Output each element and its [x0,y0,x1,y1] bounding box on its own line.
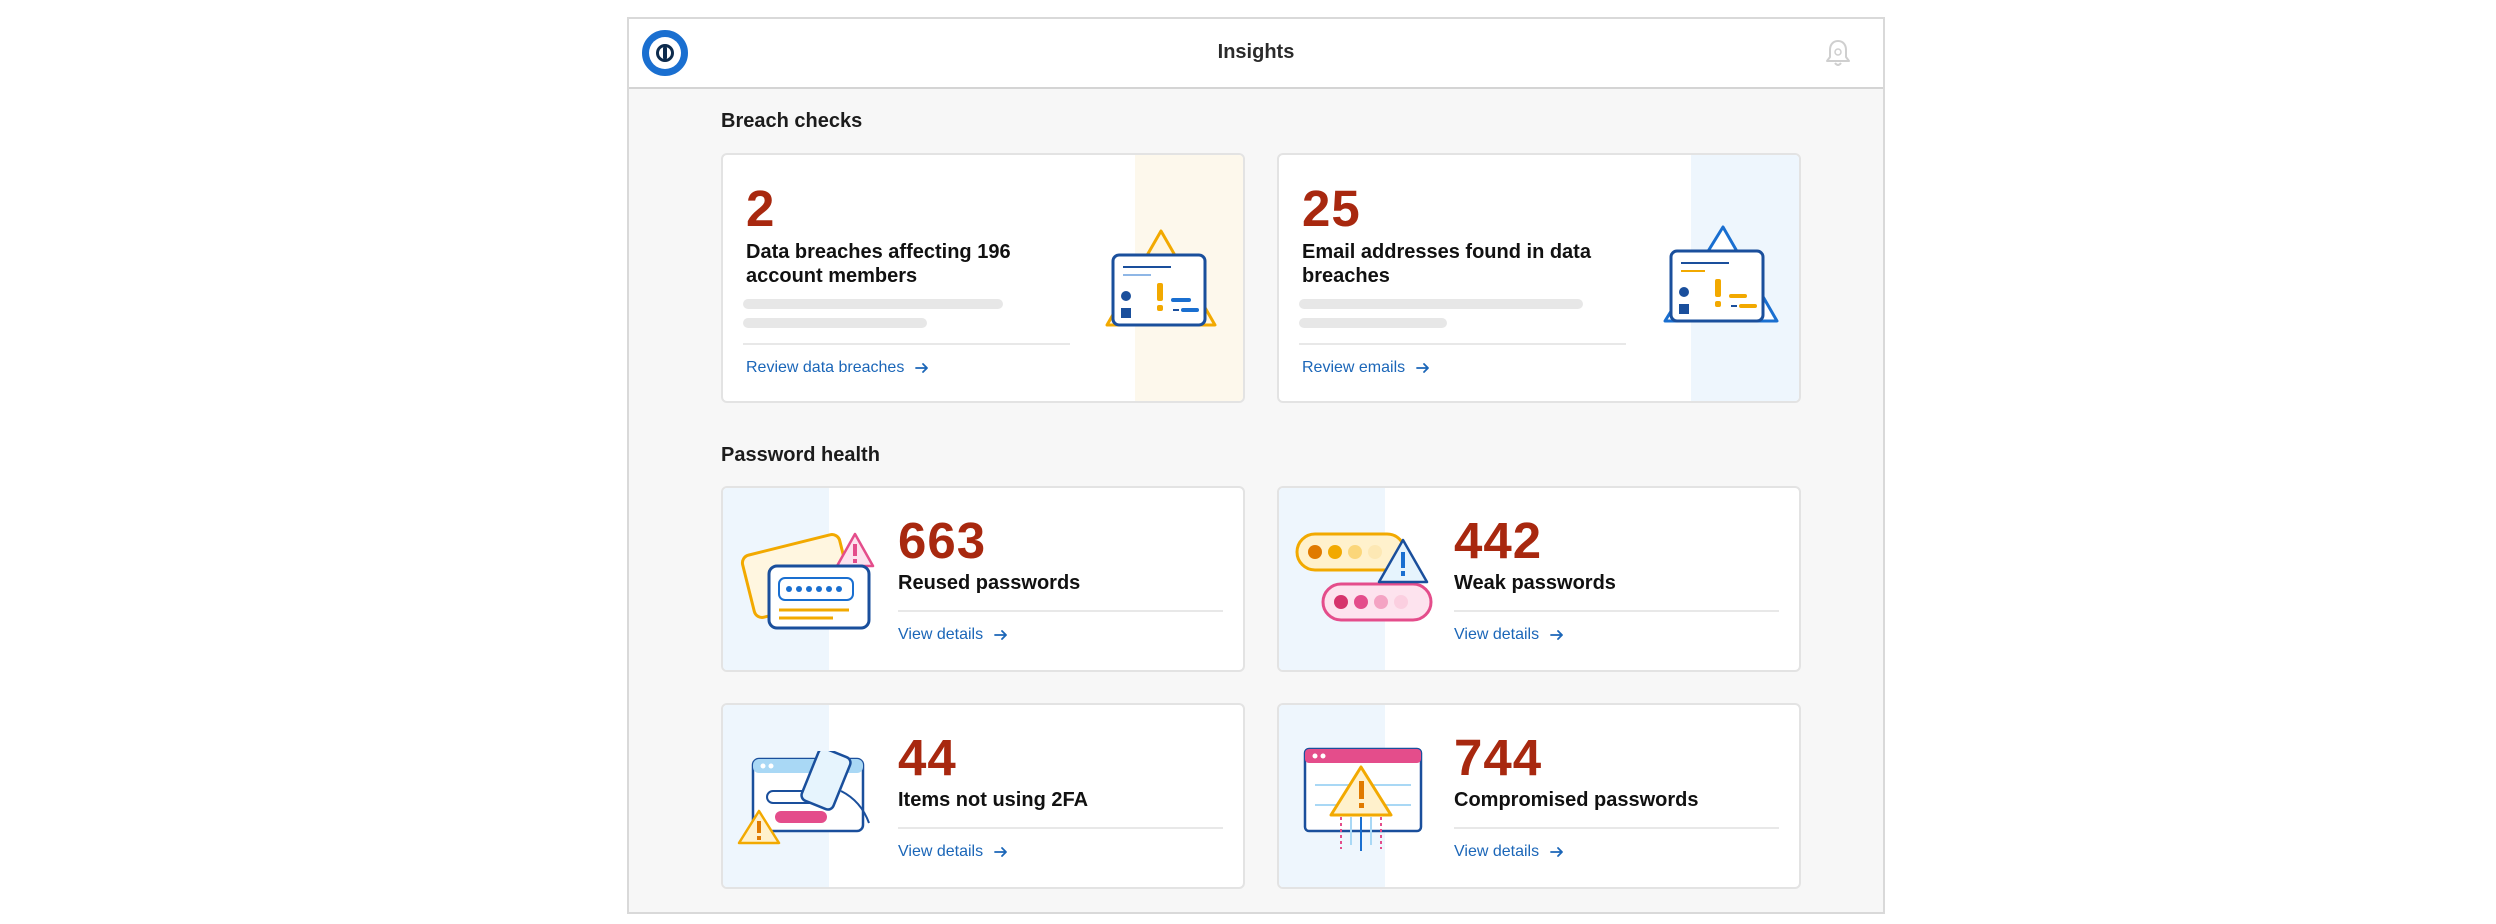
compromised-view-details-link[interactable]: View details [1454,843,1565,861]
review-emails-link[interactable]: Review emails [1302,359,1431,377]
breach-card-data-breaches: 2 Data breaches affecting 196 account me… [721,153,1245,403]
email-card-label: Email addresses found in data breaches [1302,241,1591,287]
reused-label: Reused passwords [898,572,1081,594]
skeleton-line [1299,318,1447,328]
skeleton-line [743,318,927,328]
skeleton-line [743,299,1003,309]
two-factor-count: 44 [898,729,957,786]
compromised-count: 744 [1454,729,1543,786]
weak-count: 442 [1454,512,1543,569]
arrow-right-icon [994,630,1007,640]
breach-card-emails: 25 Email addresses found in data breache… [1277,153,1801,403]
weak-view-details-link[interactable]: View details [1454,626,1565,644]
email-warning-illustration [1663,225,1779,323]
breach-count: 2 [746,180,776,237]
email-count: 25 [1302,180,1361,237]
arrow-right-icon [1416,363,1430,373]
two-factor-card: 44 Items not using 2FA View details [721,703,1245,889]
reused-passwords-illustration [740,532,875,630]
arrow-right-icon [915,363,929,373]
two-factor-illustration [737,751,870,845]
skeleton-line [1299,299,1583,309]
breach-warning-illustration [1105,229,1217,327]
top-bar: Insights [629,19,1883,89]
insights-window: Insights Breach checks 2 Data breaches a… [627,17,1885,914]
password-health-heading: Password health [721,444,880,466]
two-factor-view-details-link[interactable]: View details [898,843,1009,861]
weak-label: Weak passwords [1454,572,1616,594]
reused-view-details-link[interactable]: View details [898,626,1009,644]
review-data-breaches-link[interactable]: Review data breaches [746,359,930,377]
arrow-right-icon [1550,630,1563,640]
breach-card-label: Data breaches affecting 196 account memb… [746,241,1011,287]
weak-passwords-card: 442 Weak passwords View details [1277,486,1801,672]
two-factor-label: Items not using 2FA [898,789,1089,811]
page-title: Insights [1217,41,1295,63]
reused-count: 663 [898,512,987,569]
arrow-right-icon [1550,847,1563,857]
compromised-passwords-card: 744 Compromised passwords View details [1277,703,1801,889]
weak-passwords-illustration [1295,532,1433,622]
reused-passwords-card: 663 Reused passwords View details [721,486,1245,672]
compromised-passwords-illustration [1303,747,1423,851]
bell-icon[interactable] [1821,36,1855,70]
compromised-label: Compromised passwords [1454,789,1699,811]
arrow-right-icon [994,847,1007,857]
breach-checks-heading: Breach checks [721,110,863,132]
